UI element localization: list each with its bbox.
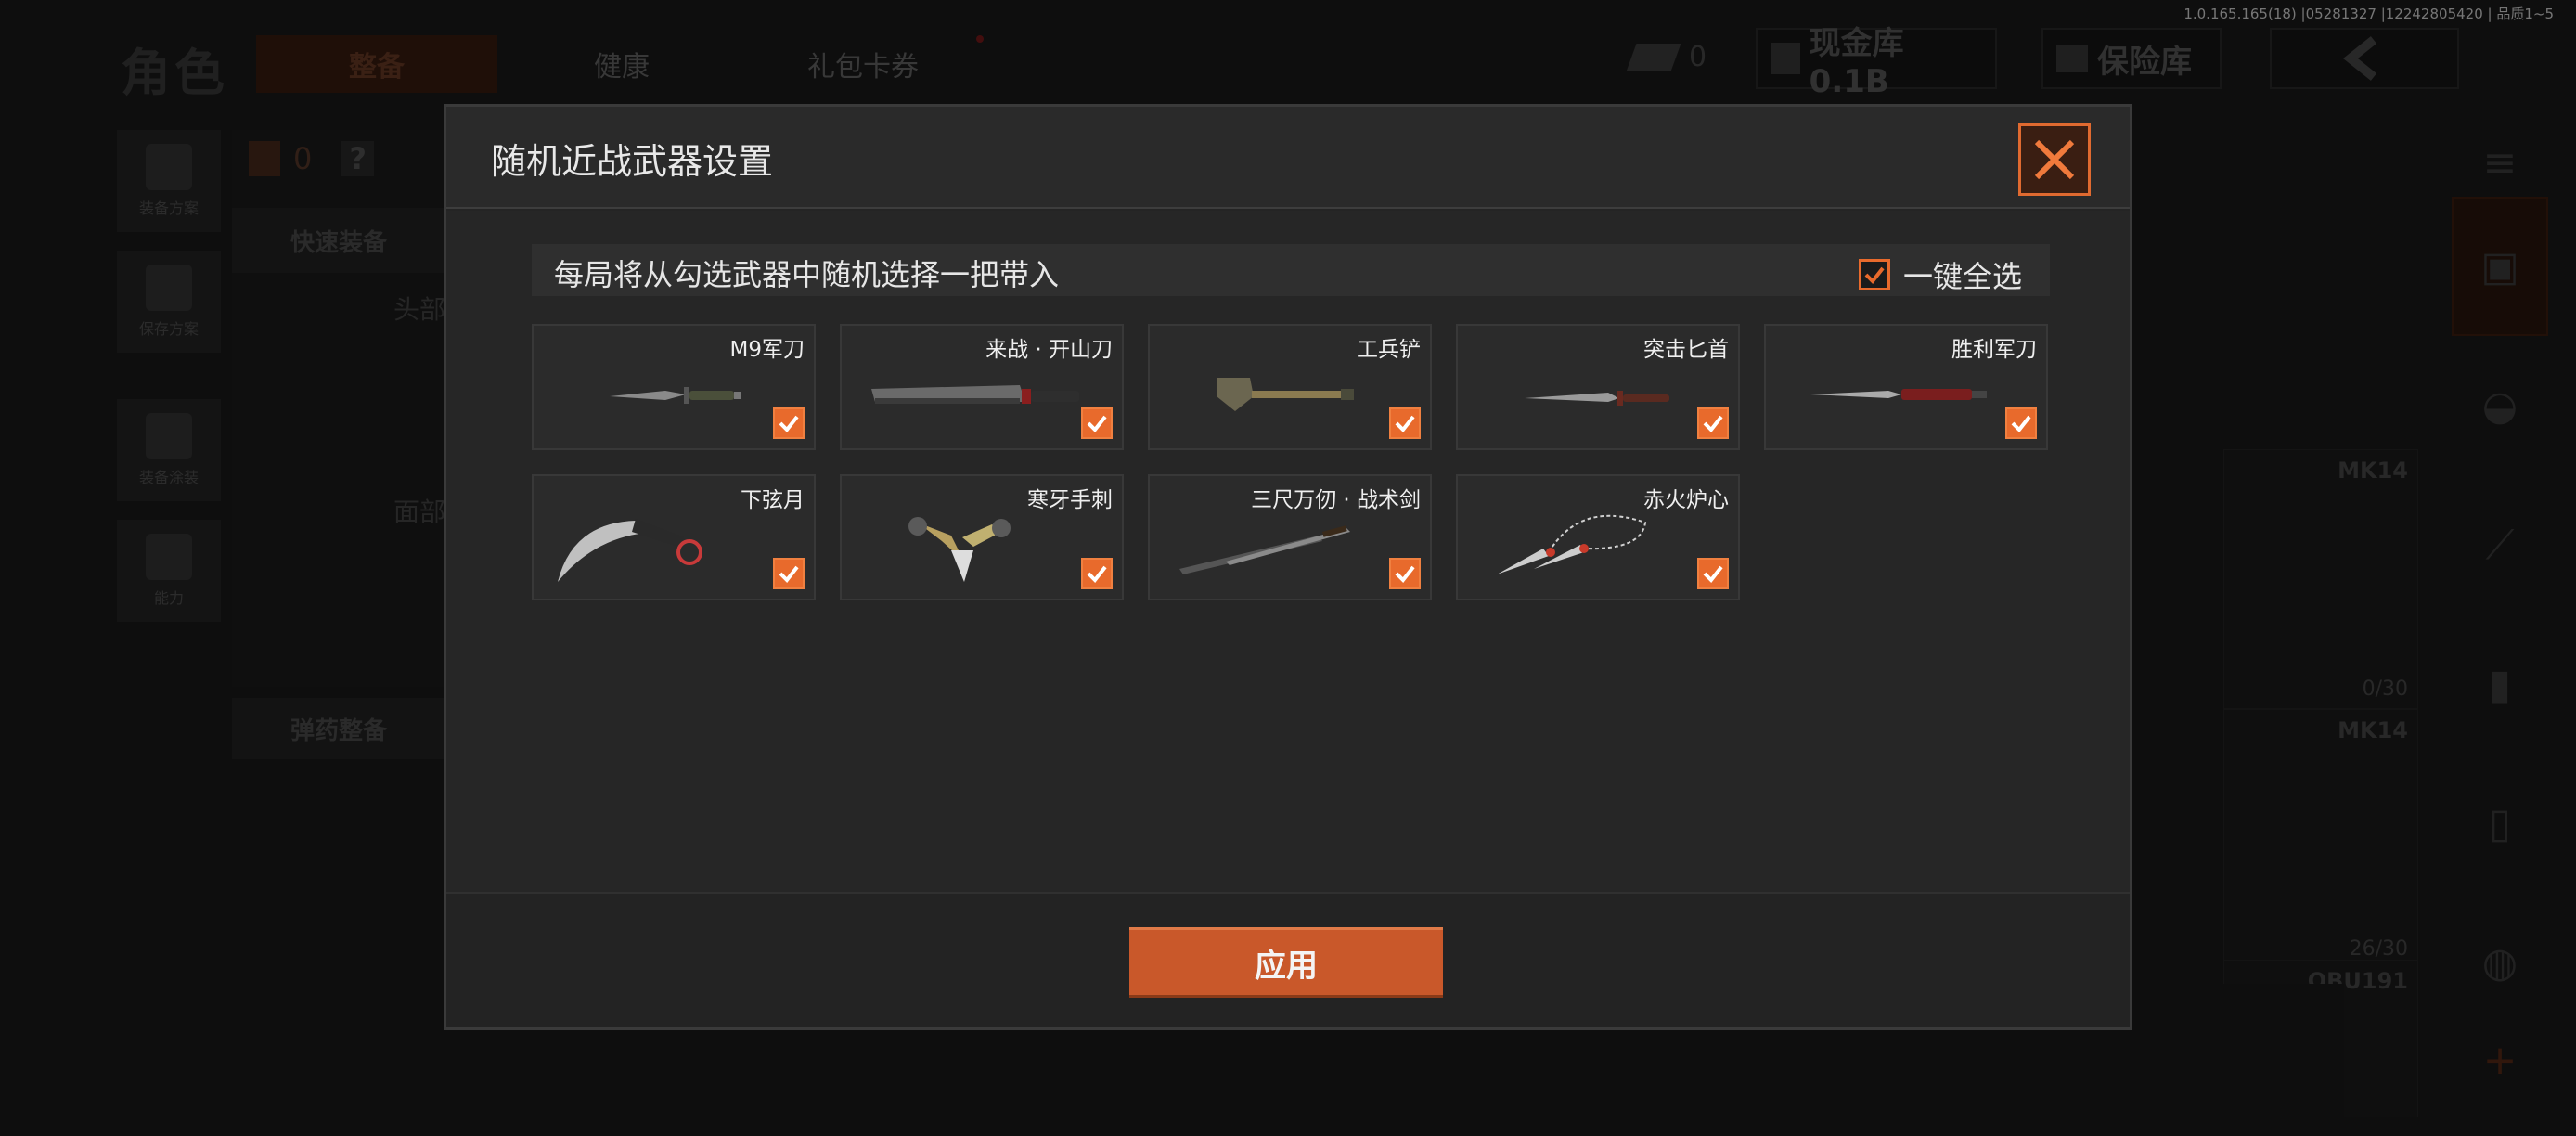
- hand-claws-image: [908, 517, 1011, 582]
- random-melee-modal: 随机近战武器设置 每局将从勾选武器中随机选择一把带入 一键全选 M9军刀 来战 …: [444, 104, 2132, 1030]
- check-icon: [1864, 266, 1885, 285]
- weapon-checkbox[interactable]: [1697, 558, 1729, 589]
- weapon-checkbox[interactable]: [773, 407, 805, 439]
- apply-button[interactable]: 应用: [1129, 927, 1443, 998]
- select-all-label: 一键全选: [1902, 259, 2022, 294]
- check-icon: [779, 415, 799, 433]
- shovel-image: [1217, 378, 1354, 411]
- weapon-slot-tactical-sword[interactable]: 三尺万仞 · 战术剑: [1148, 474, 1432, 600]
- modal-header: 随机近战武器设置: [446, 107, 2130, 209]
- info-text: 每局将从勾选武器中随机选择一把带入: [554, 257, 1060, 292]
- weapon-checkbox[interactable]: [1697, 407, 1729, 439]
- tactical-sword-image: [1179, 525, 1350, 574]
- check-icon: [1395, 565, 1415, 584]
- check-icon: [1087, 565, 1107, 584]
- weapon-checkbox[interactable]: [1389, 558, 1421, 589]
- check-icon: [1395, 415, 1415, 433]
- m9-bayonet-image: [610, 387, 741, 404]
- weapon-checkbox[interactable]: [773, 558, 805, 589]
- check-icon: [1087, 415, 1107, 433]
- modal-body: 每局将从勾选武器中随机选择一把带入 一键全选 M9军刀 来战 · 开山刀 工兵铲…: [446, 211, 2130, 897]
- weapon-slot-m9-bayonet[interactable]: M9军刀: [532, 324, 816, 450]
- select-all-checkbox[interactable]: [1858, 259, 1890, 290]
- modal-title: 随机近战武器设置: [491, 141, 774, 182]
- close-button[interactable]: [2018, 123, 2091, 196]
- check-icon: [1703, 415, 1723, 433]
- karambit-image: [558, 519, 702, 582]
- check-icon: [1703, 565, 1723, 584]
- check-icon: [779, 565, 799, 584]
- weapon-slot-victory-knife[interactable]: 胜利军刀: [1764, 324, 2048, 450]
- weapon-slot-hand-claws[interactable]: 寒牙手刺: [840, 474, 1124, 600]
- select-all-toggle[interactable]: 一键全选: [1858, 253, 2022, 296]
- close-icon: [2034, 139, 2075, 180]
- fire-heart-image: [1497, 514, 1647, 574]
- victory-knife-image: [1810, 389, 1987, 400]
- machete-image: [871, 385, 1079, 404]
- weapon-slot-machete[interactable]: 来战 · 开山刀: [840, 324, 1124, 450]
- weapon-slot-karambit[interactable]: 下弦月: [532, 474, 816, 600]
- check-icon: [2011, 415, 2031, 433]
- weapon-slot-assault-dagger[interactable]: 突击匕首: [1456, 324, 1740, 450]
- weapon-checkbox[interactable]: [1389, 407, 1421, 439]
- info-bar: 每局将从勾选武器中随机选择一把带入 一键全选: [532, 244, 2050, 296]
- weapon-slot-fire-heart[interactable]: 赤火炉心: [1456, 474, 1740, 600]
- weapon-checkbox[interactable]: [1081, 407, 1113, 439]
- assault-dagger-image: [1525, 391, 1669, 406]
- modal-footer: 应用: [446, 892, 2130, 1027]
- weapon-checkbox[interactable]: [1081, 558, 1113, 589]
- weapon-grid: M9军刀 来战 · 开山刀 工兵铲 突击匕首 胜利军刀 下弦月 寒牙手刺 三尺万…: [532, 324, 2054, 600]
- weapon-checkbox[interactable]: [2005, 407, 2037, 439]
- weapon-slot-shovel[interactable]: 工兵铲: [1148, 324, 1432, 450]
